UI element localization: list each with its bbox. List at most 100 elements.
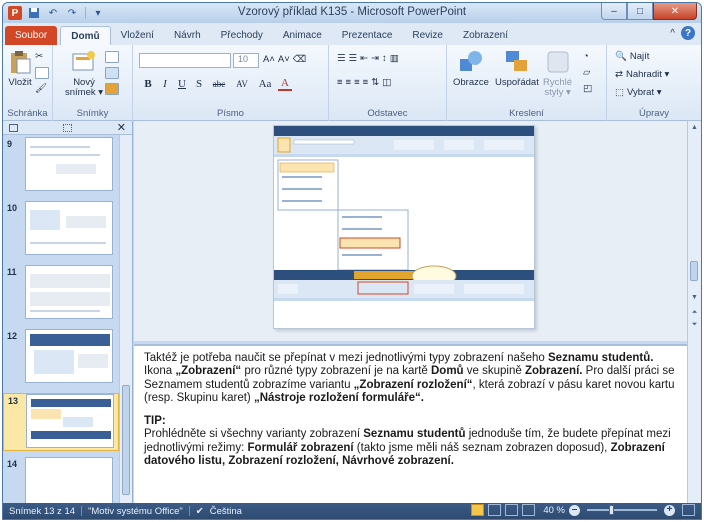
align-right-icon[interactable]: ≡ <box>354 77 360 88</box>
tab-revize[interactable]: Revize <box>402 26 453 45</box>
tab-domu[interactable]: Domů <box>60 26 111 45</box>
tab-zobrazeni[interactable]: Zobrazení <box>453 26 518 45</box>
underline-button[interactable]: U <box>175 78 189 90</box>
group-label-schranka: Schránka <box>7 108 48 119</box>
save-icon[interactable] <box>27 6 41 20</box>
copy-button[interactable] <box>35 67 49 79</box>
zoom-slider[interactable] <box>587 505 657 515</box>
quick-styles-icon <box>547 51 569 73</box>
reset-button[interactable] <box>105 67 119 79</box>
replace-button[interactable]: ⇄ Nahradit ▾ <box>615 69 669 80</box>
line-spacing-icon[interactable]: ↕ <box>382 53 387 64</box>
zoom-out-button[interactable]: – <box>569 504 580 516</box>
fit-to-window-button[interactable] <box>682 504 695 516</box>
maximize-button[interactable]: □ <box>627 3 653 20</box>
slide-sorter-view-button[interactable] <box>488 504 502 516</box>
slide-show-button[interactable] <box>522 504 536 516</box>
character-spacing-button[interactable]: AV <box>232 79 252 89</box>
justify-icon[interactable]: ≡ <box>363 77 369 88</box>
normal-view-button[interactable] <box>471 504 485 516</box>
close-pane-icon[interactable]: ✕ <box>117 121 126 134</box>
font-size-dropdown[interactable]: 10 <box>233 53 259 68</box>
change-case-button[interactable]: Aa <box>255 78 275 90</box>
shape-fill-button[interactable]: ◔ <box>583 51 589 62</box>
powerpoint-app-icon[interactable]: P <box>8 6 22 20</box>
shrink-font-button[interactable]: A˅ <box>278 54 290 65</box>
help-icon[interactable]: ? <box>681 26 695 40</box>
slide-thumbnail-13[interactable]: 13 <box>3 393 119 451</box>
font-color-button[interactable]: A <box>278 77 292 91</box>
slide-number: 11 <box>7 267 17 277</box>
shapes-icon <box>459 51 482 71</box>
slide-editor <box>134 121 689 341</box>
scroll-up-icon[interactable]: ▲ <box>688 121 701 133</box>
shapes-button[interactable]: Obrazce <box>453 49 489 88</box>
minimize-button[interactable]: – <box>601 3 627 20</box>
cut-button[interactable]: ✂ <box>35 51 43 62</box>
find-button[interactable]: 🔍 Najít <box>615 51 649 62</box>
italic-button[interactable]: I <box>158 78 172 90</box>
tab-animace[interactable]: Animace <box>273 26 332 45</box>
grow-font-button[interactable]: A˄ <box>263 54 275 65</box>
tab-navrh[interactable]: Návrh <box>164 26 211 45</box>
layout-button[interactable] <box>105 51 119 63</box>
increase-indent-icon[interactable]: ⇥ <box>371 53 379 64</box>
tab-prezentace[interactable]: Prezentace <box>332 26 403 45</box>
columns-icon[interactable]: ▥ <box>390 53 399 64</box>
current-slide[interactable] <box>273 125 535 329</box>
decrease-indent-icon[interactable]: ⇤ <box>360 53 368 64</box>
quick-styles-button[interactable]: Rychlé styly ▾ <box>543 49 572 98</box>
next-slide-icon[interactable]: ⏷ <box>688 319 701 331</box>
clear-formatting-icon[interactable]: ⌫ <box>293 54 306 65</box>
numbering-icon[interactable]: ☰ <box>349 53 358 64</box>
bullets-icon[interactable]: ☰ <box>337 53 346 64</box>
slide-thumbnail-14[interactable]: 14 <box>3 457 119 507</box>
shape-outline-button[interactable]: ▱ <box>583 67 590 78</box>
undo-icon[interactable]: ↶ <box>46 6 60 20</box>
minimize-ribbon-icon[interactable]: ^ <box>670 28 675 39</box>
language[interactable]: Čeština <box>210 506 242 517</box>
bold-button[interactable]: B <box>141 78 155 90</box>
arrange-button[interactable]: Uspořádat <box>495 49 539 88</box>
font-name-dropdown[interactable] <box>139 53 231 68</box>
new-slide-button[interactable]: Nový snímek ▾ <box>65 49 103 98</box>
shape-effects-button[interactable]: ◰ <box>583 83 592 94</box>
slide-thumbnail-12[interactable]: 12 <box>3 329 119 387</box>
text-direction-icon[interactable]: ⇅ <box>371 77 379 88</box>
tab-prechody[interactable]: Přechody <box>211 26 273 45</box>
align-center-icon[interactable]: ≡ <box>346 77 352 88</box>
editor-scroll-thumb[interactable] <box>690 261 698 281</box>
redo-icon[interactable]: ↷ <box>65 6 79 20</box>
zoom-slider-handle[interactable] <box>609 505 614 515</box>
reading-view-button[interactable] <box>505 504 519 516</box>
smartart-icon[interactable]: ◫ <box>382 77 391 88</box>
outline-tab-icon[interactable] <box>62 123 72 132</box>
close-button[interactable]: ✕ <box>653 3 697 20</box>
shadow-button[interactable]: S <box>192 78 206 90</box>
scroll-down-icon[interactable]: ▼ <box>688 291 701 303</box>
theme-name[interactable]: "Motiv systému Office" <box>88 506 183 517</box>
tab-soubor[interactable]: Soubor <box>5 26 58 45</box>
reset-icon <box>105 67 119 79</box>
slide-thumbnail-9[interactable]: 9 <box>3 137 119 195</box>
slides-pane-scrollbar[interactable] <box>119 135 132 507</box>
slide-thumbnail-10[interactable]: 10 <box>3 201 119 259</box>
format-painter-button[interactable]: 🖌 <box>35 83 47 94</box>
zoom-in-button[interactable]: + <box>664 504 675 516</box>
spell-check-icon[interactable]: ✔ <box>196 506 204 517</box>
strikethrough-button[interactable]: abc <box>209 79 229 89</box>
slide-thumbnail-11[interactable]: 11 <box>3 265 119 323</box>
zoom-level[interactable]: 40 % <box>543 505 565 516</box>
section-button[interactable] <box>105 83 119 95</box>
previous-slide-icon[interactable]: ⏶ <box>688 307 701 319</box>
customize-qat-icon[interactable]: ▾ <box>91 6 105 20</box>
editor-scrollbar[interactable]: ▲ ▼ ⏶ ⏷ <box>687 121 701 507</box>
align-left-icon[interactable]: ≡ <box>337 77 343 88</box>
paste-button[interactable]: Vložit <box>7 49 33 88</box>
new-slide-icon <box>72 51 96 71</box>
select-button[interactable]: ⬚ Vybrat ▾ <box>615 87 662 98</box>
tab-vlozeni[interactable]: Vložení <box>111 26 164 45</box>
slides-pane-scroll-thumb[interactable] <box>122 385 130 495</box>
notes-pane[interactable]: Taktéž je potřeba naučit se přepínat v m… <box>134 344 689 507</box>
slides-tab-icon[interactable] <box>9 123 18 132</box>
